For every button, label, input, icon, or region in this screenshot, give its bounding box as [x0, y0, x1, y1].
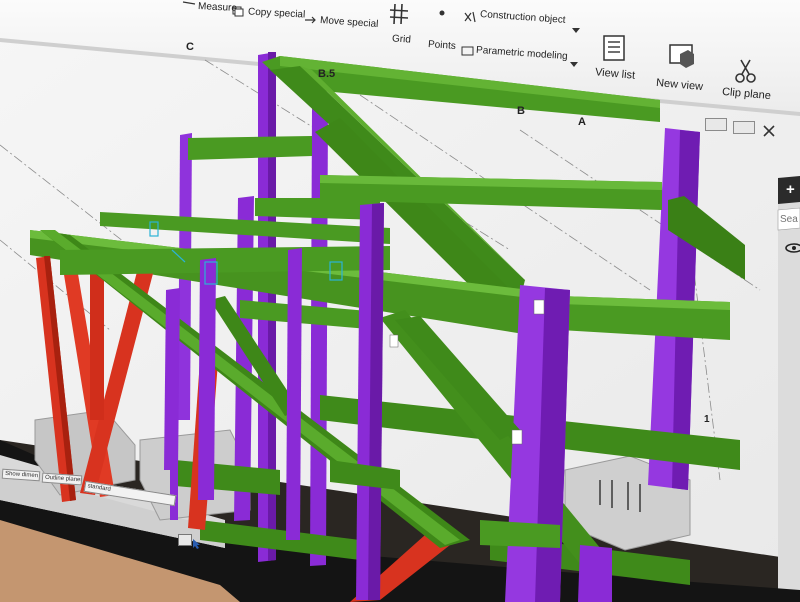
grid-button[interactable]: Grid [392, 33, 412, 45]
dropdown-arrow-icon[interactable] [570, 62, 578, 68]
clip-plane-icon[interactable] [734, 58, 758, 84]
point-icon[interactable] [437, 8, 447, 18]
side-panel-add-button[interactable]: + [786, 181, 795, 198]
parametric-modeling-icon[interactable] [461, 45, 475, 57]
minimize-view-button[interactable] [705, 118, 727, 131]
grid-icon[interactable] [388, 3, 410, 25]
grid-label-b: B [517, 105, 525, 117]
points-button[interactable]: Points [428, 39, 456, 52]
eye-icon[interactable] [784, 242, 800, 254]
measure-icon[interactable] [182, 0, 196, 12]
cursor-icon[interactable] [192, 538, 202, 550]
dropdown-arrow-icon[interactable] [572, 28, 580, 34]
close-icon[interactable] [762, 124, 776, 138]
restore-view-button[interactable] [733, 121, 755, 134]
side-panel-search-input[interactable] [780, 212, 800, 226]
move-special-icon[interactable] [303, 14, 317, 26]
view-list-icon[interactable] [602, 34, 628, 64]
dropdown-toggle-button[interactable] [178, 534, 192, 546]
grid-label-b5: B.5 [318, 68, 336, 80]
grid-label-1: 1 [704, 414, 710, 425]
grid-label-c: C [186, 41, 194, 53]
copy-special-icon[interactable] [232, 5, 244, 17]
new-view-icon[interactable] [668, 42, 698, 72]
grid-label-a: A [578, 116, 586, 128]
construction-object-icon[interactable] [463, 10, 477, 24]
